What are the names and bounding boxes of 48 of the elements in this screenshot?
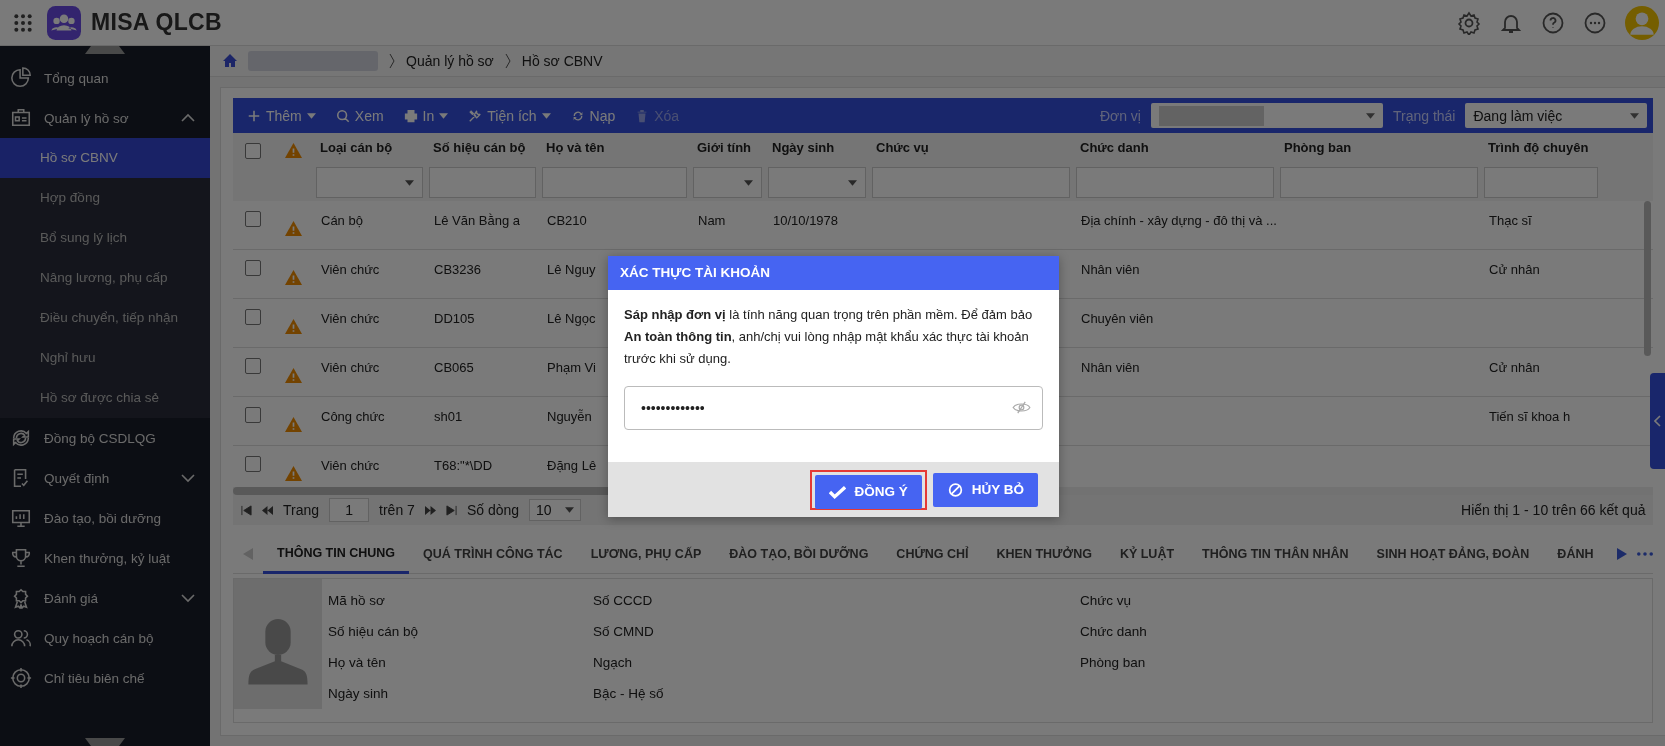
table-cell: Công chức [321,409,385,424]
rows-per-page-label: Số dòng [466,502,520,518]
table-cell: T68:"*\DD [434,458,493,473]
table-cell: Nhân viên [1081,262,1140,277]
field-label: Bậc - Hệ số [593,685,665,703]
table-cell: Đặng Lê [547,458,597,473]
field-label: Ngày sinh [328,685,390,703]
field-label: Số CMND [593,623,655,641]
dialog-message: Sáp nhập đơn vị là tính năng quan trọng trên phần mềm. Để đảm bảo An toàn thông tin, anh/chị vui lòng nhập mật khẩu xác thực tài khoản trước khi sử dụng. [624,306,1034,368]
field-label: Họ và tên [328,654,387,672]
field-label: Ngạch [593,654,634,672]
field-label: Mã hồ sơ [328,592,386,610]
field-label: Phòng ban [1080,654,1147,672]
table-cell: Thạc sĩ [1489,213,1532,228]
page-total: trên 7 [379,502,415,518]
table-cell: Viên chức [321,311,380,326]
table-cell: CB210 [547,213,587,228]
table-cell: Địa chính - xây dựng - đô thị và ... [1081,213,1277,228]
table-cell: Cử nhân [1489,262,1540,277]
table-cell: Viên chức [321,458,380,473]
table-cell: Viên chức [321,262,380,277]
page-label: Trang [283,502,320,518]
table-cell: Tiến sĩ khoa h [1489,409,1571,424]
table-cell: DD105 [434,311,475,326]
table-cell: Phạm Vi [547,360,596,375]
table-cell: Lê Nguy [547,262,596,277]
field-label: Chức vụ [1080,592,1133,610]
status-label: Trạng thái [1392,107,1456,124]
result-summary: Hiển thị 1 - 10 trên 66 kết quả [1461,502,1646,518]
field-label: Chức danh [1080,623,1148,641]
table-cell: CB065 [434,360,474,375]
table-cell: Chuyên viên [1081,311,1154,326]
app-title: MISA QLCB [91,9,222,36]
table-cell: Nguyễn [547,409,592,424]
unit-label: Đơn vị [1099,107,1141,124]
table-cell: Nhân viên [1081,360,1140,375]
table-cell: Cử nhân [1489,360,1540,375]
field-label: Số hiệu cán bộ [328,623,420,641]
table-cell: sh01 [434,409,463,424]
table-cell: Lê Ngọc [547,311,596,326]
table-cell: Nam [698,213,726,228]
dialog-title: XÁC THỰC TÀI KHOẢN [608,256,1059,290]
field-label: Số CCCD [593,592,654,610]
table-cell: Lê Văn Bằng a [434,213,521,228]
table-cell: Cán bộ [321,213,363,228]
table-cell: CB3236 [434,262,481,277]
table-cell: 10/10/1978 [773,213,839,228]
table-cell: Viên chức [321,360,380,375]
